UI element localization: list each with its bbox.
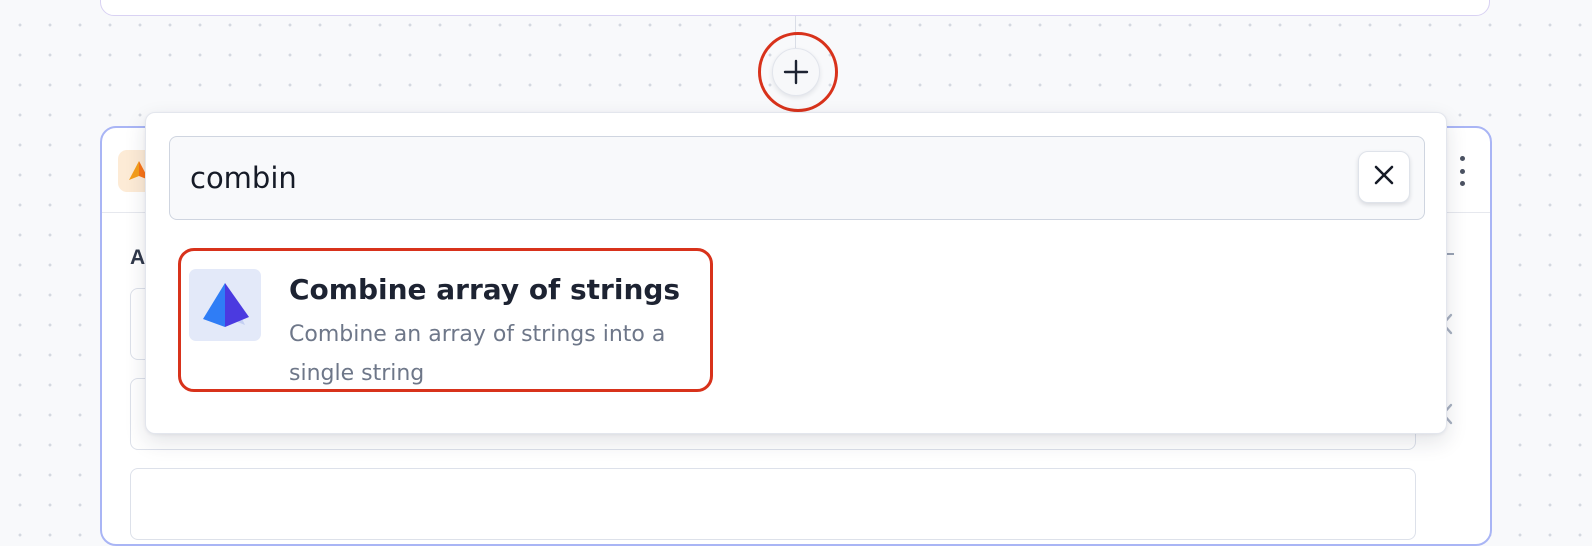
more-vertical-icon[interactable]: [1456, 156, 1468, 186]
previous-step-card[interactable]: [100, 0, 1490, 16]
result-description: Combine an array of strings into a singl…: [289, 322, 666, 386]
plus-icon: [783, 59, 809, 85]
search-field[interactable]: [169, 136, 1425, 220]
close-icon: [1372, 163, 1396, 191]
result-title: Combine array of strings: [289, 273, 681, 306]
step-field[interactable]: [130, 468, 1416, 540]
step-search-popover: Combine array of strings Combine an arra…: [145, 112, 1447, 434]
pyramid-icon: [189, 269, 261, 341]
search-input[interactable]: [190, 137, 1330, 219]
clear-search-button[interactable]: [1358, 151, 1410, 203]
step-section-label: A: [130, 246, 146, 269]
search-result-item[interactable]: Combine array of strings Combine an arra…: [178, 248, 713, 392]
add-step-button[interactable]: [772, 48, 820, 96]
